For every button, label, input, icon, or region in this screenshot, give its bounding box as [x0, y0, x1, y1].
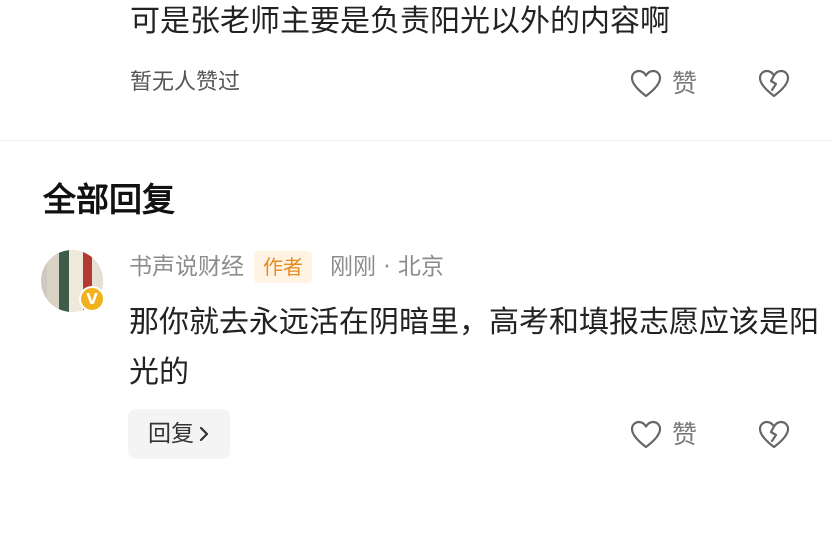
author-tag: 作者: [254, 251, 312, 283]
verified-badge-icon: V: [79, 286, 105, 312]
username[interactable]: 书声说财经: [129, 250, 244, 284]
reply-content: 那你就去永远活在阴暗里，高考和填报志愿应该是阳光的: [129, 305, 819, 390]
previous-comment-text: 可是张老师主要是负责阳光以外的内容啊: [130, 4, 670, 39]
chevron-right-icon: [199, 426, 209, 442]
like-label: 赞: [672, 69, 698, 98]
previous-comment-like-button[interactable]: 赞: [630, 69, 697, 99]
reply-dislike-button[interactable]: [758, 420, 790, 450]
heart-outline-icon: [630, 420, 662, 449]
time-location: 刚刚 · 北京: [330, 254, 444, 280]
section-divider: [0, 140, 832, 141]
reply-meta: 书声说财经 作者 刚刚 · 北京: [129, 250, 444, 284]
reply-like-button[interactable]: 赞: [630, 420, 697, 450]
previous-comment-dislike-button[interactable]: [758, 69, 790, 99]
broken-heart-icon: [758, 69, 790, 98]
broken-heart-icon: [758, 420, 790, 449]
like-label: 赞: [672, 420, 698, 449]
likes-summary: 暂无人赞过: [130, 70, 241, 95]
section-title: 全部回复: [43, 180, 175, 219]
user-avatar[interactable]: V: [41, 250, 105, 312]
heart-outline-icon: [630, 69, 662, 98]
reply-button-label: 回复: [148, 421, 194, 447]
reply-button[interactable]: 回复: [128, 409, 230, 459]
